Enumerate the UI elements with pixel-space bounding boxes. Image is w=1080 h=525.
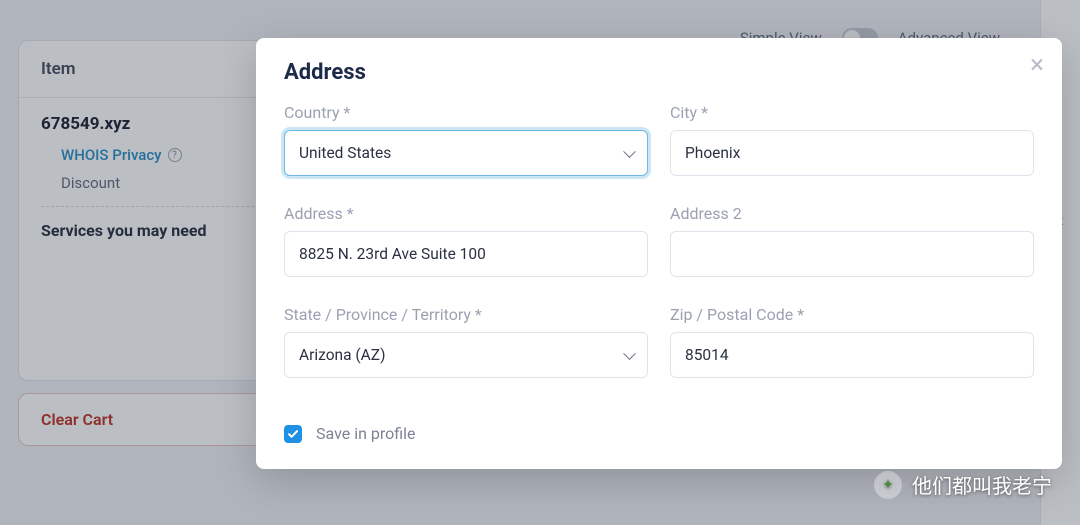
country-select[interactable]: [284, 130, 648, 176]
zip-input[interactable]: [670, 332, 1034, 378]
city-input[interactable]: [670, 130, 1034, 176]
save-profile-checkbox[interactable]: [284, 425, 302, 443]
state-select[interactable]: [284, 332, 648, 378]
check-icon: [287, 428, 299, 440]
zip-label: Zip / Postal Code *: [670, 305, 1034, 324]
watermark-text: 他们都叫我老宁: [912, 470, 1052, 499]
country-label: Country *: [284, 103, 648, 122]
watermark: ✦ 他们都叫我老宁: [874, 470, 1052, 499]
address-label: Address *: [284, 204, 648, 223]
state-label: State / Province / Territory *: [284, 305, 648, 324]
close-icon[interactable]: ×: [1030, 52, 1044, 78]
address2-label: Address 2: [670, 204, 1034, 223]
address-input[interactable]: [284, 231, 648, 277]
address-modal: × Address Country * City * Address * Add…: [256, 38, 1062, 469]
save-profile-label: Save in profile: [316, 424, 416, 443]
wechat-icon: ✦: [874, 471, 902, 499]
address2-input[interactable]: [670, 231, 1034, 277]
modal-title: Address: [284, 60, 1034, 85]
city-label: City *: [670, 103, 1034, 122]
